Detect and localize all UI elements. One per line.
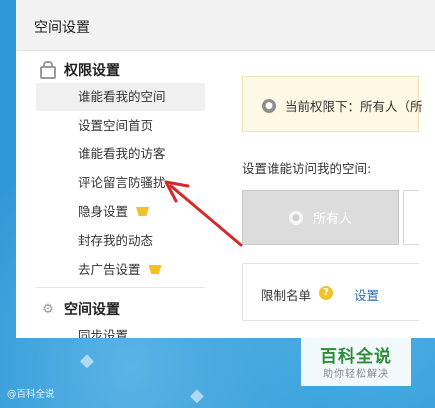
watermark-title: 百科全说 bbox=[320, 347, 392, 367]
corner-watermark: @百科全说 bbox=[7, 389, 55, 400]
watermark-logo: 百科全说 助你轻松解决 bbox=[301, 338, 411, 386]
watermark-subtitle: 助你轻松解决 bbox=[323, 369, 389, 380]
arrow-shaft bbox=[169, 184, 243, 247]
